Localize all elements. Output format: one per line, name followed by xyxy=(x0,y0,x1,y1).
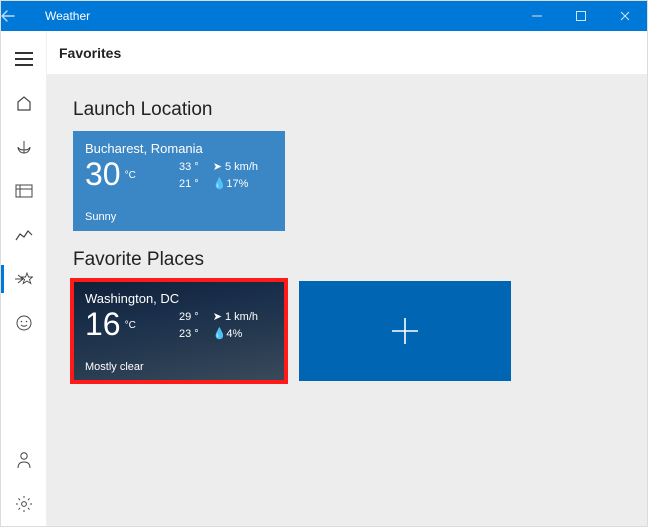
sidebar xyxy=(1,31,47,526)
hamburger-button[interactable] xyxy=(1,37,46,81)
add-favorite-tile[interactable] xyxy=(299,281,511,381)
nav-news[interactable] xyxy=(1,301,46,345)
tile-humidity: 💧4% xyxy=(213,326,243,343)
favorite-tile[interactable]: Washington, DC 16 °C 29 ° ➤ 1 km/h 23 ° xyxy=(73,281,285,381)
tile-stats: 33 ° ➤ 5 km/h 21 ° 💧17% xyxy=(179,159,258,192)
plus-icon xyxy=(388,314,422,348)
nav-favorites[interactable] xyxy=(1,257,46,301)
content-area: Launch Location Bucharest, Romania 30 °C… xyxy=(47,75,647,526)
tile-temp: 30 xyxy=(85,158,121,190)
launch-location-tile[interactable]: Bucharest, Romania 30 °C 33 ° ➤ 5 km/h 2 xyxy=(73,131,285,231)
tile-wind: ➤ 5 km/h xyxy=(213,159,258,176)
tile-high: 33 ° xyxy=(179,159,199,176)
nav-hourly[interactable] xyxy=(1,213,46,257)
back-button[interactable] xyxy=(1,9,41,23)
wind-icon: ➤ xyxy=(213,311,222,323)
minimize-button[interactable] xyxy=(515,1,559,31)
window-controls xyxy=(515,1,647,31)
tile-condition: Sunny xyxy=(85,211,116,223)
tile-condition: Mostly clear xyxy=(85,361,144,373)
drop-icon: 💧 xyxy=(213,178,227,190)
tile-location: Washington, DC xyxy=(85,291,273,306)
section-favorite-places: Favorite Places xyxy=(73,249,621,271)
section-launch-location: Launch Location xyxy=(73,99,621,121)
close-button[interactable] xyxy=(603,1,647,31)
nav-feedback[interactable] xyxy=(1,438,46,482)
tile-temp: 16 xyxy=(85,308,121,340)
nav-forecast[interactable] xyxy=(1,81,46,125)
tile-low: 21 ° xyxy=(179,176,199,193)
nav-maps[interactable] xyxy=(1,125,46,169)
page-title: Favorites xyxy=(47,31,647,75)
tile-humidity: 💧17% xyxy=(213,176,249,193)
titlebar: Weather xyxy=(1,1,647,31)
nav-settings[interactable] xyxy=(1,482,46,526)
tile-location: Bucharest, Romania xyxy=(85,141,273,156)
tile-unit: °C xyxy=(125,320,136,331)
tile-stats: 29 ° ➤ 1 km/h 23 ° 💧4% xyxy=(179,309,258,342)
tile-unit: °C xyxy=(125,170,136,181)
tile-high: 29 ° xyxy=(179,309,199,326)
drop-icon: 💧 xyxy=(213,328,227,340)
app-title: Weather xyxy=(41,9,515,23)
tile-wind: ➤ 1 km/h xyxy=(213,309,258,326)
app-window: Weather xyxy=(0,0,648,527)
maximize-button[interactable] xyxy=(559,1,603,31)
main-pane: Favorites Launch Location Bucharest, Rom… xyxy=(47,31,647,526)
wind-icon: ➤ xyxy=(213,161,222,173)
nav-historical[interactable] xyxy=(1,169,46,213)
tile-low: 23 ° xyxy=(179,326,199,343)
